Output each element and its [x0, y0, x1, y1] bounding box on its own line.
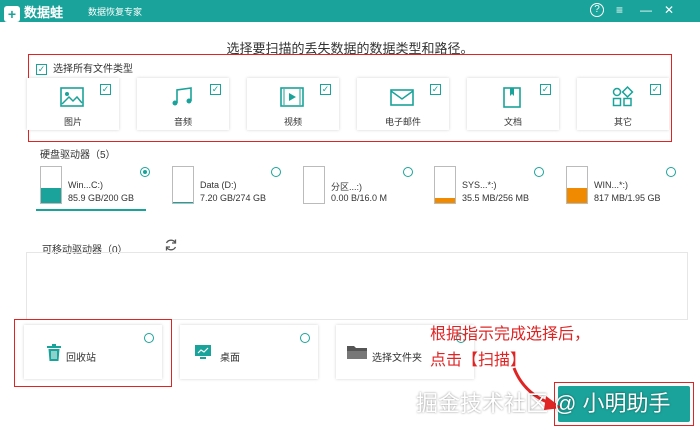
- drive-disk-icon: [172, 166, 194, 204]
- tile-checkbox[interactable]: ✓: [650, 84, 661, 95]
- video-icon: [280, 87, 304, 107]
- app-subtitle: 数据恢复专家: [88, 7, 143, 17]
- drive-radio[interactable]: [271, 167, 281, 177]
- logo-plus-icon: +: [4, 6, 20, 22]
- drive-size: 7.20 GB/274 GB: [200, 193, 267, 203]
- drive-disk-icon: [303, 166, 325, 204]
- drive-size: 817 MB/1.95 GB: [594, 193, 661, 203]
- drive-item[interactable]: Data (D:) 7.20 GB/274 GB: [172, 166, 282, 210]
- file-type-tile-email[interactable]: ✓ 电子邮件: [357, 78, 449, 130]
- tile-checkbox[interactable]: ✓: [540, 84, 551, 95]
- checkbox-icon: ✓: [36, 63, 47, 75]
- tile-label: 其它: [613, 117, 632, 127]
- location-label: 回收站: [66, 353, 96, 364]
- tile-label: 图片: [63, 117, 82, 127]
- tile-checkbox[interactable]: ✓: [100, 84, 111, 95]
- drive-name: SYS...*:): [462, 180, 497, 190]
- drive-size: 0.00 B/16.0 M: [331, 193, 388, 203]
- hard-drives-label: 硬盘驱动器（5）: [40, 150, 116, 161]
- tile-checkbox[interactable]: ✓: [210, 84, 221, 95]
- file-type-tile-other[interactable]: ✓ 其它: [577, 78, 669, 130]
- trash-icon: [47, 344, 61, 361]
- desktop-icon: [195, 345, 211, 359]
- file-type-tile-audio[interactable]: ✓ 音频: [137, 78, 229, 130]
- annotation-line-1: 根据指示完成选择后，: [430, 326, 591, 343]
- removable-drives-area: [26, 252, 688, 320]
- drive-radio[interactable]: [403, 167, 413, 177]
- drive-disk-icon: [434, 166, 456, 204]
- watermark: 掘金技术社区 @ 小明助手: [416, 391, 671, 416]
- file-type-tile-video[interactable]: ✓ 视频: [247, 78, 339, 130]
- select-all-label: 选择所有文件类型: [53, 64, 133, 75]
- drive-radio[interactable]: [534, 167, 544, 177]
- tile-label: 文档: [503, 117, 522, 127]
- drive-item[interactable]: 分区...:) 0.00 B/16.0 M: [303, 166, 413, 210]
- location-recycle-bin[interactable]: 回收站: [24, 325, 162, 379]
- drive-size: 85.9 GB/200 GB: [68, 193, 135, 203]
- tile-label: 视频: [283, 117, 302, 127]
- drive-name: WIN...*:): [594, 180, 628, 190]
- menu-icon[interactable]: ≡: [616, 3, 623, 17]
- location-label: 选择文件夹: [372, 353, 422, 364]
- drive-radio-selected[interactable]: [140, 167, 150, 177]
- other-icon: [612, 86, 634, 107]
- selected-drive-underline: [36, 209, 146, 211]
- folder-icon: [347, 346, 367, 359]
- title-bar: + 数据蛙 数据恢复专家 ? ≡ — ✕: [0, 0, 700, 22]
- document-icon: [503, 87, 521, 108]
- location-radio[interactable]: [300, 333, 310, 343]
- drive-name: Data (D:): [200, 180, 237, 190]
- file-type-tile-document[interactable]: ✓ 文档: [467, 78, 559, 130]
- drive-radio[interactable]: [666, 167, 676, 177]
- file-type-tile-image[interactable]: ✓ 图片: [27, 78, 119, 130]
- drive-disk-icon: [566, 166, 588, 204]
- select-all-checkbox[interactable]: ✓ 选择所有文件类型: [36, 60, 133, 75]
- drive-item[interactable]: WIN...*:) 817 MB/1.95 GB: [566, 166, 676, 210]
- location-label: 桌面: [220, 353, 240, 364]
- image-icon: [60, 87, 84, 107]
- location-desktop[interactable]: 桌面: [180, 325, 318, 379]
- close-icon[interactable]: ✕: [664, 3, 674, 17]
- refresh-icon[interactable]: [164, 238, 178, 252]
- drive-disk-icon: [40, 166, 62, 204]
- tile-label: 电子邮件: [384, 117, 421, 127]
- email-icon: [390, 89, 414, 106]
- tile-checkbox[interactable]: ✓: [430, 84, 441, 95]
- drive-item[interactable]: Win...C:) 85.9 GB/200 GB: [40, 166, 150, 210]
- tile-checkbox[interactable]: ✓: [320, 84, 331, 95]
- drive-name: 分区...:): [331, 182, 362, 192]
- music-icon: [172, 87, 192, 106]
- drive-name: Win...C:): [68, 180, 103, 190]
- location-radio[interactable]: [144, 333, 154, 343]
- drive-size: 35.5 MB/256 MB: [462, 193, 530, 203]
- tile-label: 音频: [173, 117, 192, 127]
- drive-item[interactable]: SYS...*:) 35.5 MB/256 MB: [434, 166, 544, 210]
- app-logo: + 数据蛙: [4, 2, 63, 22]
- minimize-icon[interactable]: —: [640, 3, 652, 17]
- help-icon[interactable]: ?: [590, 3, 604, 17]
- logo-text: 数据蛙: [24, 5, 64, 20]
